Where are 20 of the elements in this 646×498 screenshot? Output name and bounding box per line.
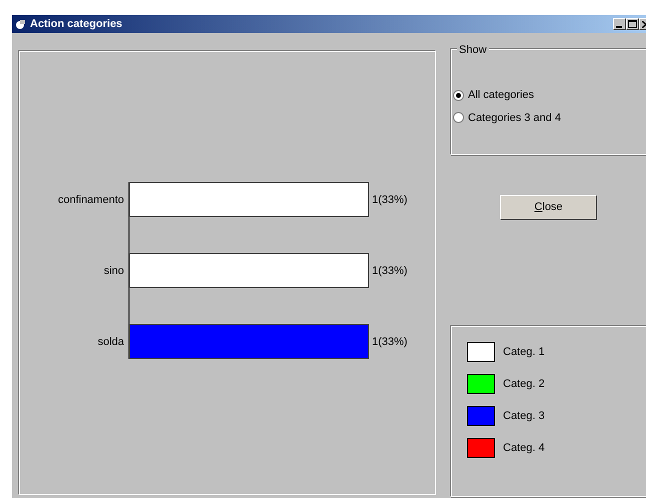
maximize-icon xyxy=(628,20,637,28)
radio-icon[interactable] xyxy=(453,90,464,101)
legend-label: Categ. 2 xyxy=(503,376,545,392)
value-label: 1(33%) xyxy=(372,265,408,277)
value-label: 1(33%) xyxy=(372,194,408,206)
radio-icon[interactable] xyxy=(453,112,464,124)
app-icon xyxy=(15,18,26,30)
value-label: 1(33%) xyxy=(372,336,408,348)
window-title: Action categories xyxy=(30,16,122,32)
radio-option[interactable]: Categories 3 and 4 xyxy=(453,110,646,126)
maximize-button[interactable] xyxy=(626,18,639,30)
radio-option[interactable]: All categories xyxy=(453,87,646,104)
legend-label: Categ. 4 xyxy=(503,440,545,456)
close-button[interactable]: Close xyxy=(500,195,597,220)
category-label: sino xyxy=(104,265,124,277)
category-label: confinamento xyxy=(58,194,124,206)
legend-label: Categ. 1 xyxy=(503,344,545,360)
minimize-button[interactable] xyxy=(613,18,626,30)
category-label: solda xyxy=(98,336,124,348)
legend-label: Categ. 3 xyxy=(503,408,545,424)
